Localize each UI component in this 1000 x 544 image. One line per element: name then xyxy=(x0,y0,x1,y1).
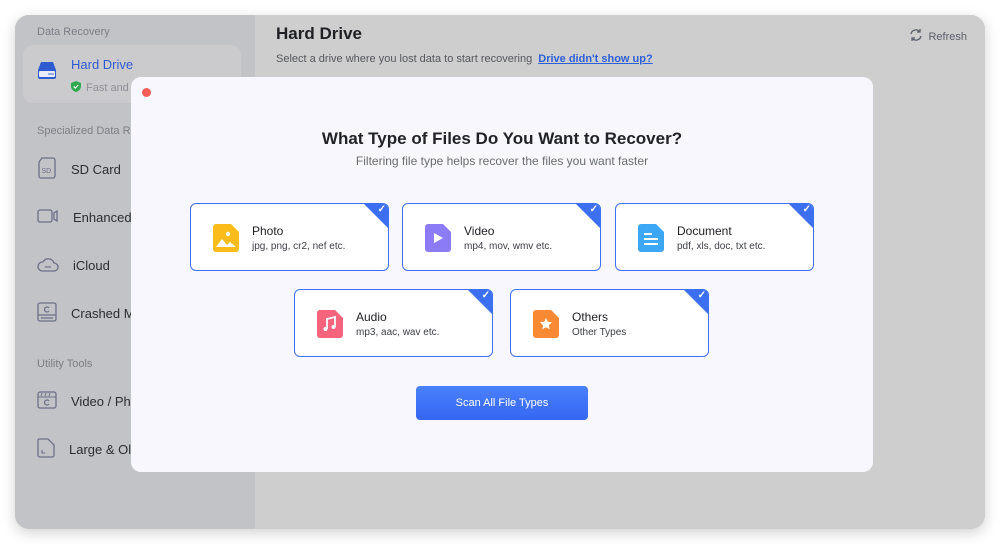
sidebar-item-label: Video / Pho xyxy=(71,393,138,409)
check-icon: ✓ xyxy=(589,204,598,215)
file-type-name: Audio xyxy=(356,310,387,324)
sidebar-item-enhanced-video[interactable]: Enhanced V xyxy=(37,205,144,229)
cloud-icon xyxy=(37,256,59,275)
sidebar-item-label: Large & Ol xyxy=(69,441,132,457)
video-camera-icon xyxy=(37,208,59,227)
check-icon: ✓ xyxy=(377,204,386,215)
check-icon: ✓ xyxy=(802,204,811,215)
file-type-desc: mp3, aac, wav etc. xyxy=(356,327,440,338)
file-type-name: Video xyxy=(464,224,495,238)
file-type-video[interactable]: ✓ Video mp4, mov, wmv etc. xyxy=(402,203,601,271)
refresh-label: Refresh xyxy=(928,30,967,43)
sd-card-icon: SD xyxy=(37,156,57,182)
file-type-desc: jpg, png, cr2, nef etc. xyxy=(252,241,346,252)
scan-all-button[interactable]: Scan All File Types xyxy=(416,386,588,420)
sidebar-item-video-photo-repair[interactable]: Video / Pho xyxy=(37,389,138,413)
sidebar-item-label: iCloud xyxy=(73,257,110,273)
page-title: Hard Drive xyxy=(276,24,362,43)
sidebar-item-label: Crashed M xyxy=(71,305,135,321)
video-file-icon xyxy=(425,224,451,257)
file-type-modal: What Type of Files Do You Want to Recove… xyxy=(131,77,873,472)
sidebar-item-sd-card[interactable]: SD SD Card xyxy=(37,156,121,182)
document-file-icon xyxy=(638,224,664,257)
file-type-name: Others xyxy=(572,310,609,324)
page-subtitle: Select a drive where you lost data to st… xyxy=(276,53,533,65)
close-button[interactable] xyxy=(142,88,151,97)
file-type-name: Photo xyxy=(252,224,284,238)
refresh-icon xyxy=(909,28,923,45)
svg-text:SD: SD xyxy=(42,168,52,175)
hard-drive-title: Hard Drive xyxy=(71,57,134,72)
hard-drive-subtitle: Fast and xyxy=(86,82,129,94)
sidebar-item-large-old-files[interactable]: Large & Ol xyxy=(37,437,131,461)
refresh-button[interactable]: Refresh xyxy=(909,28,967,45)
audio-file-icon xyxy=(317,310,343,343)
shield-check-icon xyxy=(71,81,81,95)
file-type-photo[interactable]: ✓ Photo jpg, png, cr2, nef etc. xyxy=(190,203,389,271)
file-type-desc: Other Types xyxy=(572,327,627,338)
crashed-mac-icon xyxy=(37,301,57,325)
file-icon xyxy=(37,437,55,461)
modal-title: What Type of Files Do You Want to Recove… xyxy=(321,129,683,148)
sidebar-item-icloud[interactable]: iCloud xyxy=(37,253,110,277)
modal-subtitle: Filtering file type helps recover the fi… xyxy=(355,154,649,168)
others-file-icon xyxy=(533,310,559,343)
file-type-name: Document xyxy=(677,224,732,238)
section-label-data-recovery: Data Recovery xyxy=(37,26,110,38)
photo-file-icon xyxy=(213,224,239,257)
file-type-desc: mp4, mov, wmv etc. xyxy=(464,241,553,252)
file-type-others[interactable]: ✓ Others Other Types xyxy=(510,289,709,357)
sidebar-item-crashed-mac[interactable]: Crashed M xyxy=(37,301,135,325)
file-type-document[interactable]: ✓ Document pdf, xls, doc, txt etc. xyxy=(615,203,814,271)
drive-help-link[interactable]: Drive didn't show up? xyxy=(538,53,652,65)
file-type-desc: pdf, xls, doc, txt etc. xyxy=(677,241,766,252)
file-type-audio[interactable]: ✓ Audio mp3, aac, wav etc. xyxy=(294,289,493,357)
hard-drive-icon xyxy=(37,61,57,84)
check-icon: ✓ xyxy=(697,290,706,301)
video-repair-icon xyxy=(37,390,57,413)
sidebar-item-label: SD Card xyxy=(71,161,121,177)
section-label-utility: Utility Tools xyxy=(37,358,93,370)
section-label-specialized: Specialized Data Re xyxy=(37,125,137,137)
check-icon: ✓ xyxy=(481,290,490,301)
